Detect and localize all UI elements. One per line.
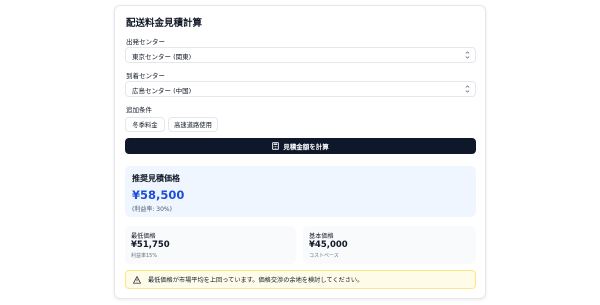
- origin-select[interactable]: 東京センター (関東): [125, 47, 476, 63]
- chevron-updown-icon: [465, 50, 470, 62]
- option-chip-highway[interactable]: 高速道路使用: [168, 117, 218, 132]
- recommended-title: 推奨見積価格: [132, 174, 180, 183]
- warning-icon: [133, 276, 141, 284]
- estimate-card: 配送料金見積計算 出発センター 東京センター (関東) 到着センター 広島センタ…: [114, 5, 486, 299]
- calculate-button[interactable]: 見積金額を計算: [125, 138, 476, 154]
- recommended-price-panel: 推奨見積価格 ¥58,500 (利益率: 30%): [125, 166, 476, 217]
- option-chip-winter[interactable]: 冬季料金: [125, 117, 165, 132]
- options-label: 追加条件: [126, 106, 152, 114]
- min-price-note: 利益率15%: [131, 253, 158, 259]
- recommended-margin: (利益率: 30%): [132, 206, 172, 213]
- destination-label: 到着センター: [126, 72, 165, 80]
- page-title: 配送料金見積計算: [126, 18, 203, 29]
- min-price-value: ¥51,750: [131, 240, 170, 250]
- calculator-icon: [272, 142, 280, 150]
- destination-select-value: 広島センター (中国): [132, 87, 192, 95]
- base-price-panel: 基本価格 ¥45,000 コストベース: [303, 226, 476, 264]
- origin-select-value: 東京センター (関東): [132, 53, 192, 61]
- base-price-note: コストベース: [309, 253, 339, 259]
- base-price-value: ¥45,000: [309, 240, 348, 250]
- base-price-label: 基本価格: [309, 233, 334, 240]
- calculate-button-label: 見積金額を計算: [283, 143, 329, 151]
- recommended-price: ¥58,500: [132, 188, 185, 202]
- chevron-updown-icon: [465, 84, 470, 96]
- warning-text: 最低価格が市場平均を上回っています。価格交渉の余地を検討してください。: [148, 277, 364, 284]
- destination-select[interactable]: 広島センター (中国): [125, 81, 476, 97]
- min-price-label: 最低価格: [131, 233, 156, 240]
- min-price-panel: 最低価格 ¥51,750 利益率15%: [125, 226, 296, 264]
- origin-label: 出発センター: [126, 38, 165, 46]
- warning-alert: 最低価格が市場平均を上回っています。価格交渉の余地を検討してください。: [125, 270, 476, 289]
